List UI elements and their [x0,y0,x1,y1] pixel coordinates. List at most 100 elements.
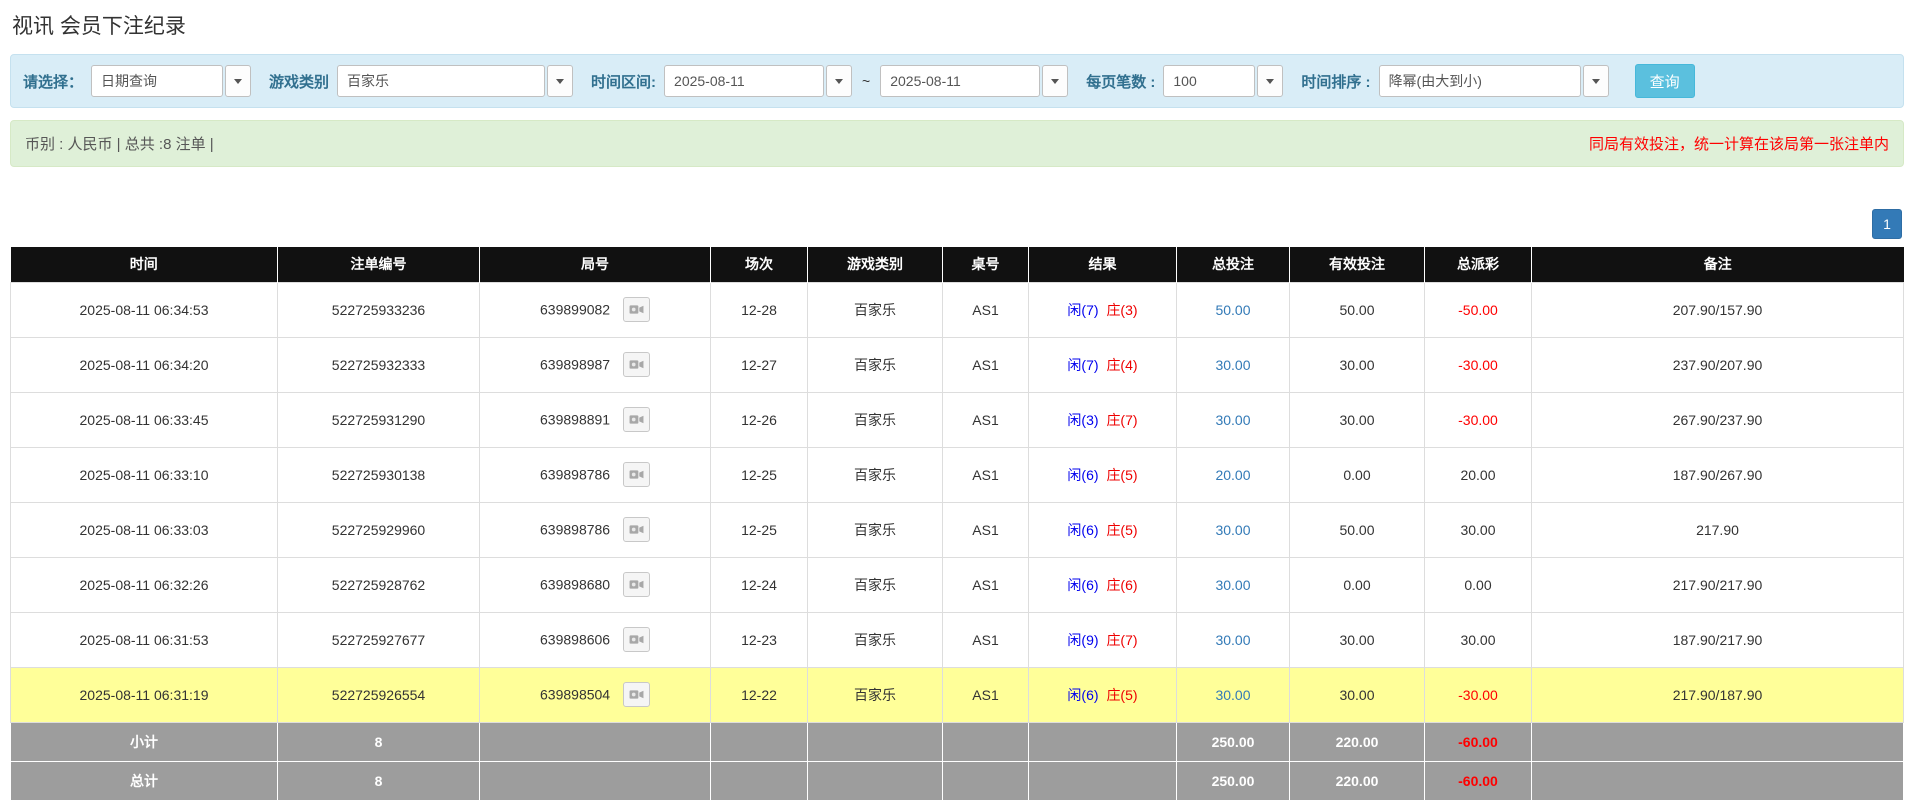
total-bet-link[interactable]: 50.00 [1215,302,1250,318]
table-header-row: 时间 注单编号 局号 场次 游戏类别 桌号 结果 总投注 有效投注 总派彩 备注 [11,247,1904,282]
query-type-input[interactable]: 日期查询 [91,65,223,97]
video-replay-button[interactable] [623,352,650,377]
date-from-input[interactable]: 2025-08-11 [664,65,824,97]
round-number: 639898606 [540,632,610,648]
total-empty-cell [808,761,943,800]
sort-order-input[interactable]: 降幂(由大到小) [1379,65,1581,97]
video-camera-icon [629,468,644,481]
page-button-1[interactable]: 1 [1872,209,1902,239]
cell-result: 闲(6) 庄(6) [1029,557,1177,612]
table-row: 2025-08-11 06:33:03 522725929960 6398987… [11,502,1904,557]
page-size-dropdown-button[interactable] [1257,65,1283,97]
video-replay-button[interactable] [623,462,650,487]
cell-remark: 217.90/217.90 [1532,557,1904,612]
cell-remark: 217.90 [1532,502,1904,557]
subtotal-count: 8 [278,722,480,761]
video-camera-icon [629,303,644,316]
round-number: 639898680 [540,577,610,593]
cell-table: AS1 [943,282,1029,337]
total-label: 总计 [11,761,278,800]
sort-order-label: 时间排序 : [1301,71,1370,92]
cell-bet-id: 522725933236 [278,282,480,337]
cell-time: 2025-08-11 06:33:45 [11,392,278,447]
cell-time: 2025-08-11 06:34:53 [11,282,278,337]
cell-result: 闲(6) 庄(5) [1029,502,1177,557]
range-separator: ~ [862,73,870,89]
cell-round-id: 639899082 [480,282,711,337]
sort-order-dropdown-button[interactable] [1583,65,1609,97]
video-replay-button[interactable] [623,572,650,597]
video-replay-button[interactable] [623,627,650,652]
cell-total-bet: 30.00 [1177,557,1290,612]
cell-result: 闲(9) 庄(7) [1029,612,1177,667]
subtotal-label: 小计 [11,722,278,761]
time-range-label: 时间区间: [591,71,656,92]
chevron-down-icon [234,79,242,84]
cell-round-id: 639898891 [480,392,711,447]
total-bet-link[interactable]: 30.00 [1215,522,1250,538]
cell-total-bet: 30.00 [1177,392,1290,447]
game-type-select: 百家乐 [337,65,573,97]
query-type-select: 日期查询 [91,65,251,97]
cell-result: 闲(6) 庄(5) [1029,667,1177,722]
summary-text: 币别 : 人民币 | 总共 :8 注单 | [25,133,214,154]
pagination: 1 [10,209,1902,239]
total-bet-link[interactable]: 30.00 [1215,632,1250,648]
cell-round-id: 639898987 [480,337,711,392]
search-button[interactable]: 查询 [1635,64,1695,98]
video-replay-button[interactable] [623,517,650,542]
video-camera-icon [629,633,644,646]
cell-payout: -30.00 [1425,392,1532,447]
result-player: 闲(3) [1067,412,1098,428]
cell-result: 闲(6) 庄(5) [1029,447,1177,502]
cell-round-id: 639898786 [480,447,711,502]
total-empty-cell [1029,761,1177,800]
cell-remark: 237.90/207.90 [1532,337,1904,392]
table-row: 2025-08-11 06:33:45 522725931290 6398988… [11,392,1904,447]
col-round-id: 局号 [480,247,711,282]
cell-valid-bet: 30.00 [1290,667,1425,722]
cell-time: 2025-08-11 06:33:03 [11,502,278,557]
video-replay-button[interactable] [623,407,650,432]
col-remark: 备注 [1532,247,1904,282]
cell-table: AS1 [943,502,1029,557]
total-bet-link[interactable]: 20.00 [1215,467,1250,483]
total-bet-link[interactable]: 30.00 [1215,412,1250,428]
cell-remark: 187.90/217.90 [1532,612,1904,667]
cell-game: 百家乐 [808,392,943,447]
total-valid-bet: 220.00 [1290,761,1425,800]
date-to-input[interactable]: 2025-08-11 [880,65,1040,97]
cell-valid-bet: 50.00 [1290,282,1425,337]
video-camera-icon [629,688,644,701]
subtotal-empty-cell [480,722,711,761]
cell-result: 闲(3) 庄(7) [1029,392,1177,447]
round-number: 639898786 [540,467,610,483]
game-type-dropdown-button[interactable] [547,65,573,97]
chevron-down-icon [1051,79,1059,84]
round-number: 639898786 [540,522,610,538]
total-bet-link[interactable]: 30.00 [1215,577,1250,593]
cell-total-bet: 30.00 [1177,502,1290,557]
cell-bet-id: 522725931290 [278,392,480,447]
cell-bet-id: 522725926554 [278,667,480,722]
total-bet-link[interactable]: 30.00 [1215,357,1250,373]
video-camera-icon [629,578,644,591]
total-bet-link[interactable]: 30.00 [1215,687,1250,703]
date-from-dropdown-button[interactable] [826,65,852,97]
total-empty-cell [711,761,808,800]
chevron-down-icon [1266,79,1274,84]
date-to-dropdown-button[interactable] [1042,65,1068,97]
total-count: 8 [278,761,480,800]
query-type-dropdown-button[interactable] [225,65,251,97]
total-total-bet: 250.00 [1177,761,1290,800]
video-replay-button[interactable] [623,682,650,707]
cell-bet-id: 522725930138 [278,447,480,502]
subtotal-total-bet: 250.00 [1177,722,1290,761]
page-size-input[interactable]: 100 [1163,65,1255,97]
cell-payout: -30.00 [1425,667,1532,722]
game-type-input[interactable]: 百家乐 [337,65,545,97]
video-replay-button[interactable] [623,297,650,322]
game-type-label: 游戏类别 [269,71,329,92]
result-banker: 庄(3) [1106,302,1137,318]
cell-session: 12-24 [711,557,808,612]
